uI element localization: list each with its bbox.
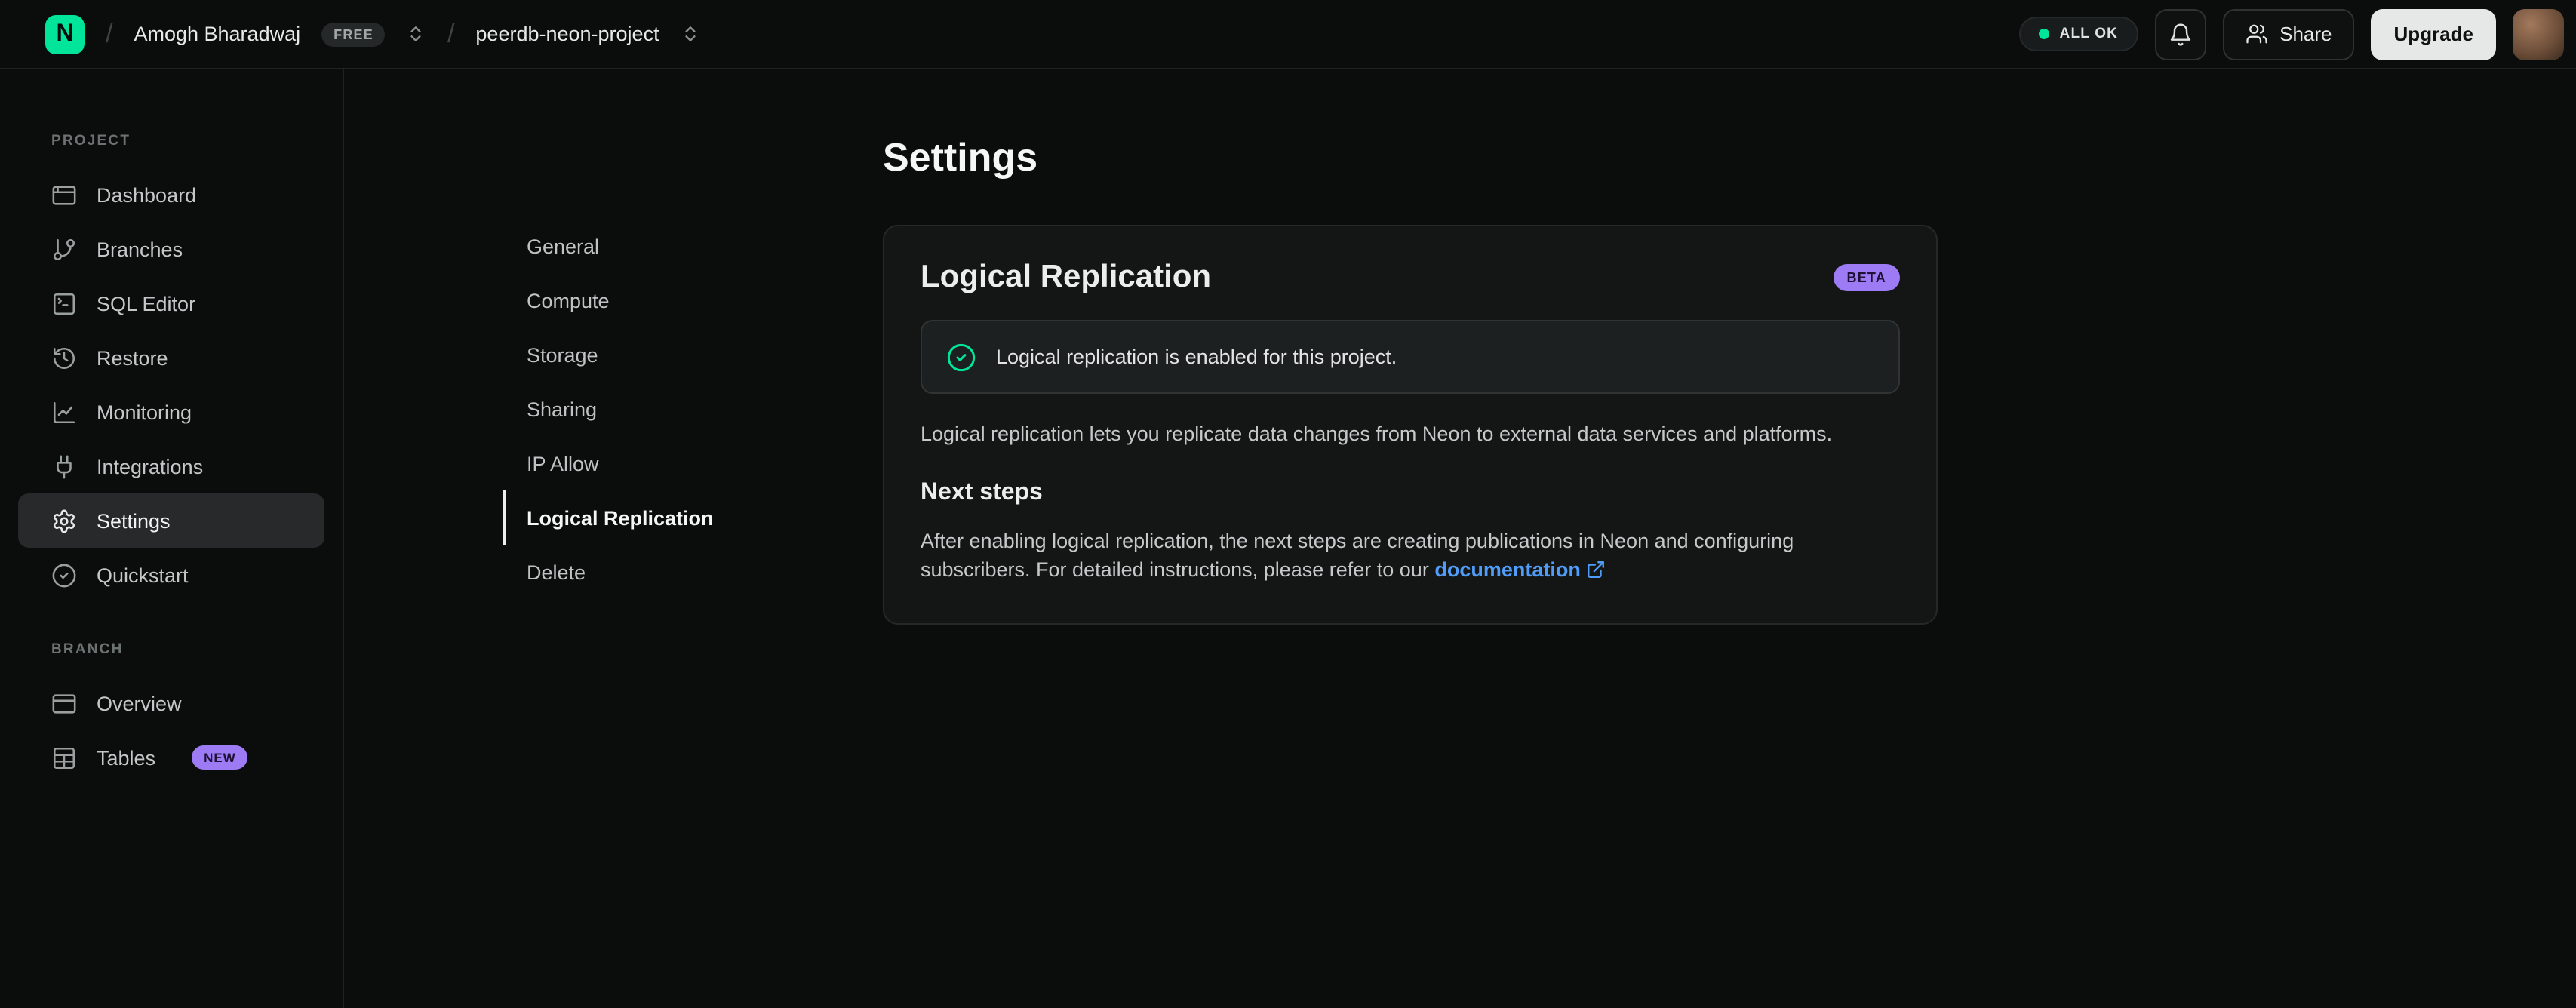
org-name[interactable]: Amogh Bharadwaj <box>134 23 300 45</box>
sidebar-item-overview[interactable]: Overview <box>18 676 324 730</box>
breadcrumb-divider: / <box>447 19 455 48</box>
sidebar-item-integrations[interactable]: Integrations <box>18 439 324 493</box>
sidebar-section-branch: BRANCH <box>51 641 124 658</box>
body-row: PROJECT Dashboard Branches SQL Editor Re… <box>0 69 2576 1008</box>
alert-text: Logical replication is enabled for this … <box>996 346 1397 368</box>
card-header: Logical Replication BETA <box>921 260 1900 296</box>
card-title: Logical Replication <box>921 260 1212 294</box>
sidebar-item-label: Quickstart <box>97 564 189 586</box>
sidebar-item-label: Integrations <box>97 455 204 478</box>
header-actions: ALL OK Share Upgrade <box>2018 8 2564 60</box>
sidebar-item-restore[interactable]: Restore <box>18 330 324 385</box>
next-steps-body: After enabling logical replication, the … <box>921 530 1794 582</box>
share-label: Share <box>2279 23 2332 45</box>
check-circle-icon <box>946 342 976 372</box>
sidebar-item-label: Tables <box>97 746 156 769</box>
sidebar-item-dashboard[interactable]: Dashboard <box>18 167 324 222</box>
settings-nav-compute[interactable]: Compute <box>503 273 759 327</box>
sidebar-item-sql-editor[interactable]: SQL Editor <box>18 276 324 330</box>
sidebar-item-label: Dashboard <box>97 183 197 206</box>
project-selector-chevrons-icon[interactable] <box>681 24 700 44</box>
sidebar-item-monitoring[interactable]: Monitoring <box>18 385 324 439</box>
upgrade-label: Upgrade <box>2393 23 2473 45</box>
settings-nav-storage[interactable]: Storage <box>503 327 759 382</box>
sidebar-item-settings[interactable]: Settings <box>18 493 324 548</box>
table-icon <box>51 745 77 770</box>
sidebar-section-project: PROJECT <box>51 133 131 149</box>
breadcrumb-divider: / <box>106 19 113 48</box>
upgrade-button[interactable]: Upgrade <box>2371 8 2496 60</box>
next-steps-text: After enabling logical replication, the … <box>921 527 1900 585</box>
bell-icon <box>2168 22 2192 46</box>
sidebar-item-tables[interactable]: Tables NEW <box>18 730 324 785</box>
chart-icon <box>51 399 77 425</box>
beta-badge: BETA <box>1833 264 1900 291</box>
app-root: N / Amogh Bharadwaj FREE / peerdb-neon-p… <box>0 0 2576 1008</box>
neon-logo[interactable]: N <box>45 14 85 54</box>
project-name[interactable]: peerdb-neon-project <box>475 23 659 45</box>
new-badge: NEW <box>192 745 248 770</box>
org-plan-badge: FREE <box>321 22 386 46</box>
sidebar-item-label: Overview <box>97 692 182 715</box>
gear-icon <box>51 508 77 533</box>
notifications-button[interactable] <box>2154 8 2206 60</box>
status-dot-icon <box>2038 29 2049 39</box>
page-title: Settings <box>883 134 1038 180</box>
window-icon <box>51 690 77 716</box>
settings-nav-sharing[interactable]: Sharing <box>503 382 759 436</box>
sidebar-item-label: Restore <box>97 346 168 369</box>
sidebar-item-label: Settings <box>97 509 171 532</box>
circle-check-icon <box>51 562 77 588</box>
main-area: General Compute Storage Sharing IP Allow… <box>344 69 2576 1008</box>
sidebar-item-quickstart[interactable]: Quickstart <box>18 548 324 602</box>
logical-replication-card: Logical Replication BETA Logical replica… <box>883 225 1938 625</box>
enabled-alert: Logical replication is enabled for this … <box>921 320 1900 394</box>
sidebar-item-label: SQL Editor <box>97 292 196 315</box>
settings-nav-general[interactable]: General <box>503 219 759 273</box>
top-header: N / Amogh Bharadwaj FREE / peerdb-neon-p… <box>0 0 2576 69</box>
git-branch-icon <box>51 236 77 262</box>
org-selector-chevrons-icon[interactable] <box>407 24 426 44</box>
settings-nav-logical-replication[interactable]: Logical Replication <box>503 490 759 545</box>
documentation-link[interactable]: documentation <box>1434 559 1581 582</box>
settings-nav-ip-allow[interactable]: IP Allow <box>503 436 759 490</box>
description-text: Logical replication lets you replicate d… <box>921 423 1833 445</box>
share-button[interactable]: Share <box>2222 8 2355 60</box>
user-avatar[interactable] <box>2513 8 2564 60</box>
sidebar-item-branches[interactable]: Branches <box>18 222 324 276</box>
settings-content: Settings Logical Replication BETA Logica… <box>883 69 1938 625</box>
status-badge[interactable]: ALL OK <box>2018 17 2138 51</box>
settings-subnav: General Compute Storage Sharing IP Allow… <box>503 219 759 599</box>
status-label: ALL OK <box>2059 26 2119 42</box>
dashboard-icon <box>51 182 77 207</box>
sidebar-item-label: Monitoring <box>97 401 192 423</box>
sidebar-item-label: Branches <box>97 238 183 260</box>
history-icon <box>51 345 77 370</box>
next-steps-heading: Next steps <box>921 480 1043 506</box>
settings-nav-delete[interactable]: Delete <box>503 545 759 599</box>
sidebar: PROJECT Dashboard Branches SQL Editor Re… <box>0 69 344 1008</box>
external-link-icon <box>1587 561 1606 580</box>
plug-icon <box>51 453 77 479</box>
users-icon <box>2245 23 2267 45</box>
breadcrumb: N / Amogh Bharadwaj FREE / peerdb-neon-p… <box>45 14 700 54</box>
sql-editor-icon <box>51 290 77 316</box>
